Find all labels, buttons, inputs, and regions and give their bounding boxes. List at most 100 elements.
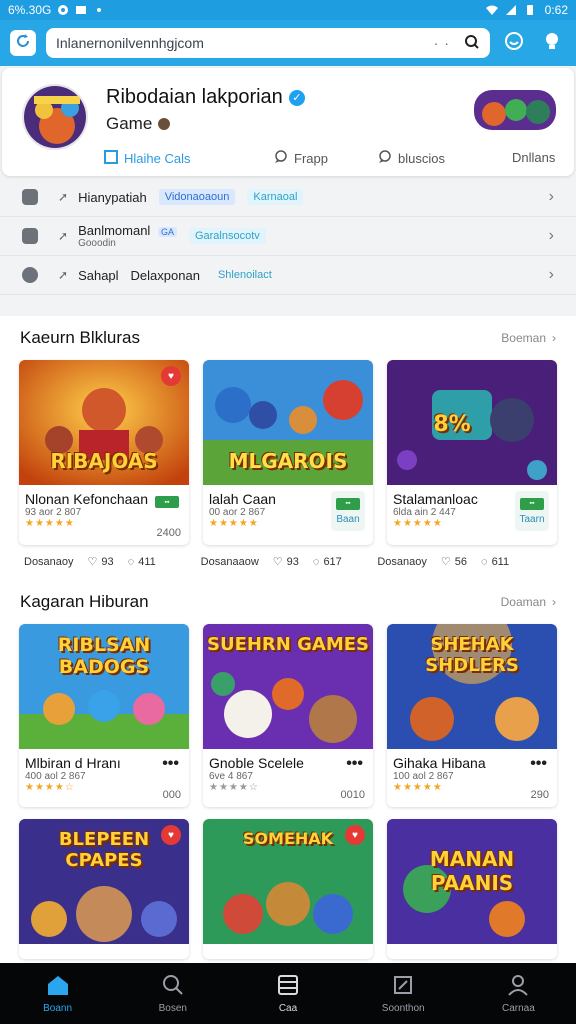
info-row-account[interactable]: ➚ Banlmomanl GA Gooodin Garalnsocotv › xyxy=(0,217,576,256)
card-meta-row: Dosanaoy ♡ 93 ◌ 411 Dosanaaow ♡ 93 ◌ 617 Dos… xyxy=(0,545,576,569)
see-more-link[interactable]: Boeman › xyxy=(501,331,556,345)
search-icon[interactable] xyxy=(464,34,480,53)
info-tag[interactable]: Vidonaoaoun xyxy=(158,189,236,205)
game-thumbnail[interactable]: ♥ SOMEHAK xyxy=(203,819,373,944)
info-label: Hianypatiah xyxy=(78,189,147,205)
game-name: Mlbiran d Hranı xyxy=(25,755,121,771)
likes-stat[interactable]: ♡ 93 xyxy=(88,555,114,569)
tab-chat[interactable]: Frapp xyxy=(274,150,328,167)
collection-icon xyxy=(392,974,414,999)
game-count: 0010 xyxy=(340,789,365,801)
info-label: Banlmomanl xyxy=(78,223,151,238)
tab-messages[interactable]: bluscios xyxy=(378,150,445,167)
game-thumbnail-title: MLGAROIS xyxy=(228,449,348,473)
signal-icon xyxy=(505,4,517,16)
game-thumbnail[interactable]: SUEHRN GAMES xyxy=(203,624,373,749)
rating-stars: ★★★★☆ xyxy=(25,782,75,793)
tab-details-label: Dnllans xyxy=(512,150,556,165)
notifications-button[interactable] xyxy=(538,29,566,57)
install-button[interactable]: ▪▪ Taarn xyxy=(515,491,549,531)
browser-toolbar: Inlanernonilvennhgjcom · · xyxy=(0,20,576,66)
chat-icon xyxy=(274,150,288,167)
info-tag[interactable]: Shlenoilact xyxy=(212,267,278,283)
section-header: Kagaran Hiburan Doaman › xyxy=(0,580,576,624)
comments-stat[interactable]: ◌ 611 xyxy=(481,556,509,568)
info-label-secondary: Delaxponan xyxy=(130,267,200,283)
like-icon: ♡ xyxy=(440,556,451,568)
rating-stars: ★★★★★ xyxy=(393,782,443,793)
chevron-right-icon: › xyxy=(548,227,554,244)
game-thumbnail[interactable]: MLGAROIS xyxy=(203,360,373,485)
card-row: ♥ RIBAJOAS Nlonan Kefonchaan 93 aor 2 80… xyxy=(0,360,576,545)
comments-stat[interactable]: ◌ 411 xyxy=(128,556,156,568)
game-count: 000 xyxy=(162,789,181,801)
game-card[interactable]: MANAN PAANIS xyxy=(387,819,557,959)
card-row: RIBLSAN BADOGS Mlbiran d Hranı 400 aol 2… xyxy=(0,624,576,807)
card-stats: Dosanaoy ♡ 56 ◌ 611 xyxy=(377,555,554,569)
url-field[interactable]: Inlanernonilvennhgjcom · · xyxy=(46,28,490,58)
card-body: Mlbiran d Hranı 400 aol 2 867 ★★★★☆ ••• … xyxy=(19,749,189,807)
game-name: Gnoble Scelele xyxy=(209,755,304,771)
game-card[interactable]: SHEHAK SHDLERS Gihaka Hibana 100 aol 2 8… xyxy=(387,624,557,807)
nav-home[interactable]: Boann xyxy=(0,963,115,1024)
comments-stat[interactable]: ◌ 617 xyxy=(313,556,342,568)
likes-stat[interactable]: ♡ 93 xyxy=(273,555,299,569)
tab-details[interactable]: Dnllans xyxy=(512,150,555,165)
lightbulb-icon xyxy=(543,31,561,56)
install-button[interactable]: ▪▪ xyxy=(155,495,179,509)
reload-button[interactable] xyxy=(10,30,36,56)
nav-collection[interactable]: Soonthon xyxy=(346,963,461,1024)
section-header: Kaeurn Blkluras Boeman › xyxy=(0,316,576,360)
install-pill-icon: ▪▪ xyxy=(336,497,360,510)
game-thumbnail[interactable]: ♥ BLEPEEN CPAPES xyxy=(19,819,189,944)
smiley-button[interactable] xyxy=(500,29,528,57)
stat-label: Dosanaaow xyxy=(200,555,259,568)
game-count: 290 xyxy=(530,789,549,801)
nav-search[interactable]: Bosen xyxy=(115,963,230,1024)
game-thumbnail-title: 8% xyxy=(433,412,471,437)
info-row-support[interactable]: ➚ Sahapl Delaxponan Shlenoilact › xyxy=(0,256,576,295)
nav-library[interactable]: Caa xyxy=(230,963,345,1024)
comments-count: 611 xyxy=(491,555,510,568)
game-card[interactable]: ♥ RIBAJOAS Nlonan Kefonchaan 93 aor 2 80… xyxy=(19,360,189,545)
card-stats: Dosanaoy ♡ 93 ◌ 411 xyxy=(24,555,201,569)
game-card[interactable]: ♥ BLEPEEN CPAPES xyxy=(19,819,189,959)
more-options-icon[interactable]: ••• xyxy=(346,755,363,773)
game-thumbnail[interactable]: MANAN PAANIS xyxy=(387,819,557,944)
briefcase-icon xyxy=(22,228,38,244)
info-tag[interactable]: Karnaoal xyxy=(247,189,304,205)
url-text: Inlanernonilvennhgjcom xyxy=(56,35,204,51)
game-card[interactable]: SUEHRN GAMES Gnoble Scelele 6ve 4 867 ★★… xyxy=(203,624,373,807)
profile-tabs: Hlaihe Cals Frapp bluscios Dnllans xyxy=(2,144,574,176)
nav-profile[interactable]: Carnaa xyxy=(461,963,576,1024)
more-options-icon[interactable]: ••• xyxy=(162,755,179,773)
game-thumbnail[interactable]: ♥ RIBAJOAS xyxy=(19,360,189,485)
info-badge: GA xyxy=(157,227,177,237)
status-time-left: 6%.30G xyxy=(8,3,52,17)
game-card[interactable]: MLGAROIS lalah Caan 00 aor 2 867 ★★★★★ ▪… xyxy=(203,360,373,545)
url-menu-dots[interactable]: · · xyxy=(434,35,450,51)
likes-stat[interactable]: ♡ 56 xyxy=(440,555,467,569)
game-card[interactable]: ♥ SOMEHAK xyxy=(203,819,373,959)
game-meta: 100 aol 2 867 xyxy=(393,771,454,782)
game-thumbnail[interactable]: RIBLSAN BADOGS xyxy=(19,624,189,749)
chevron-right-icon: › xyxy=(552,331,556,345)
see-more-link[interactable]: Doaman › xyxy=(501,595,556,609)
avatar[interactable] xyxy=(22,84,88,150)
tab-home[interactable]: Hlaihe Cals xyxy=(104,150,190,167)
game-card[interactable]: RIBLSAN BADOGS Mlbiran d Hranı 400 aol 2… xyxy=(19,624,189,807)
game-thumbnail[interactable]: SHEHAK SHDLERS xyxy=(387,624,557,749)
more-options-icon[interactable]: ••• xyxy=(530,755,547,773)
lock-icon xyxy=(22,267,38,283)
comment-icon: ◌ xyxy=(127,555,135,568)
favorite-badge-icon: ♥ xyxy=(161,366,181,386)
verified-icon: ✓ xyxy=(288,89,305,106)
profile-icon xyxy=(507,974,529,999)
info-tag[interactable]: Garalnsocotv xyxy=(188,228,266,244)
game-thumbnail[interactable]: 8% xyxy=(387,360,557,485)
install-button[interactable]: ▪▪ Baan xyxy=(331,491,365,531)
info-row-category[interactable]: ➚ Hianypatiah Vidonaoaoun Karnaoal › xyxy=(0,178,576,217)
profile-banner-image[interactable] xyxy=(474,90,556,130)
smiley-icon xyxy=(504,31,524,56)
game-card[interactable]: 8% Stalamanloac 6lda ain 2 447 ★★★★★ ▪▪ … xyxy=(387,360,557,545)
